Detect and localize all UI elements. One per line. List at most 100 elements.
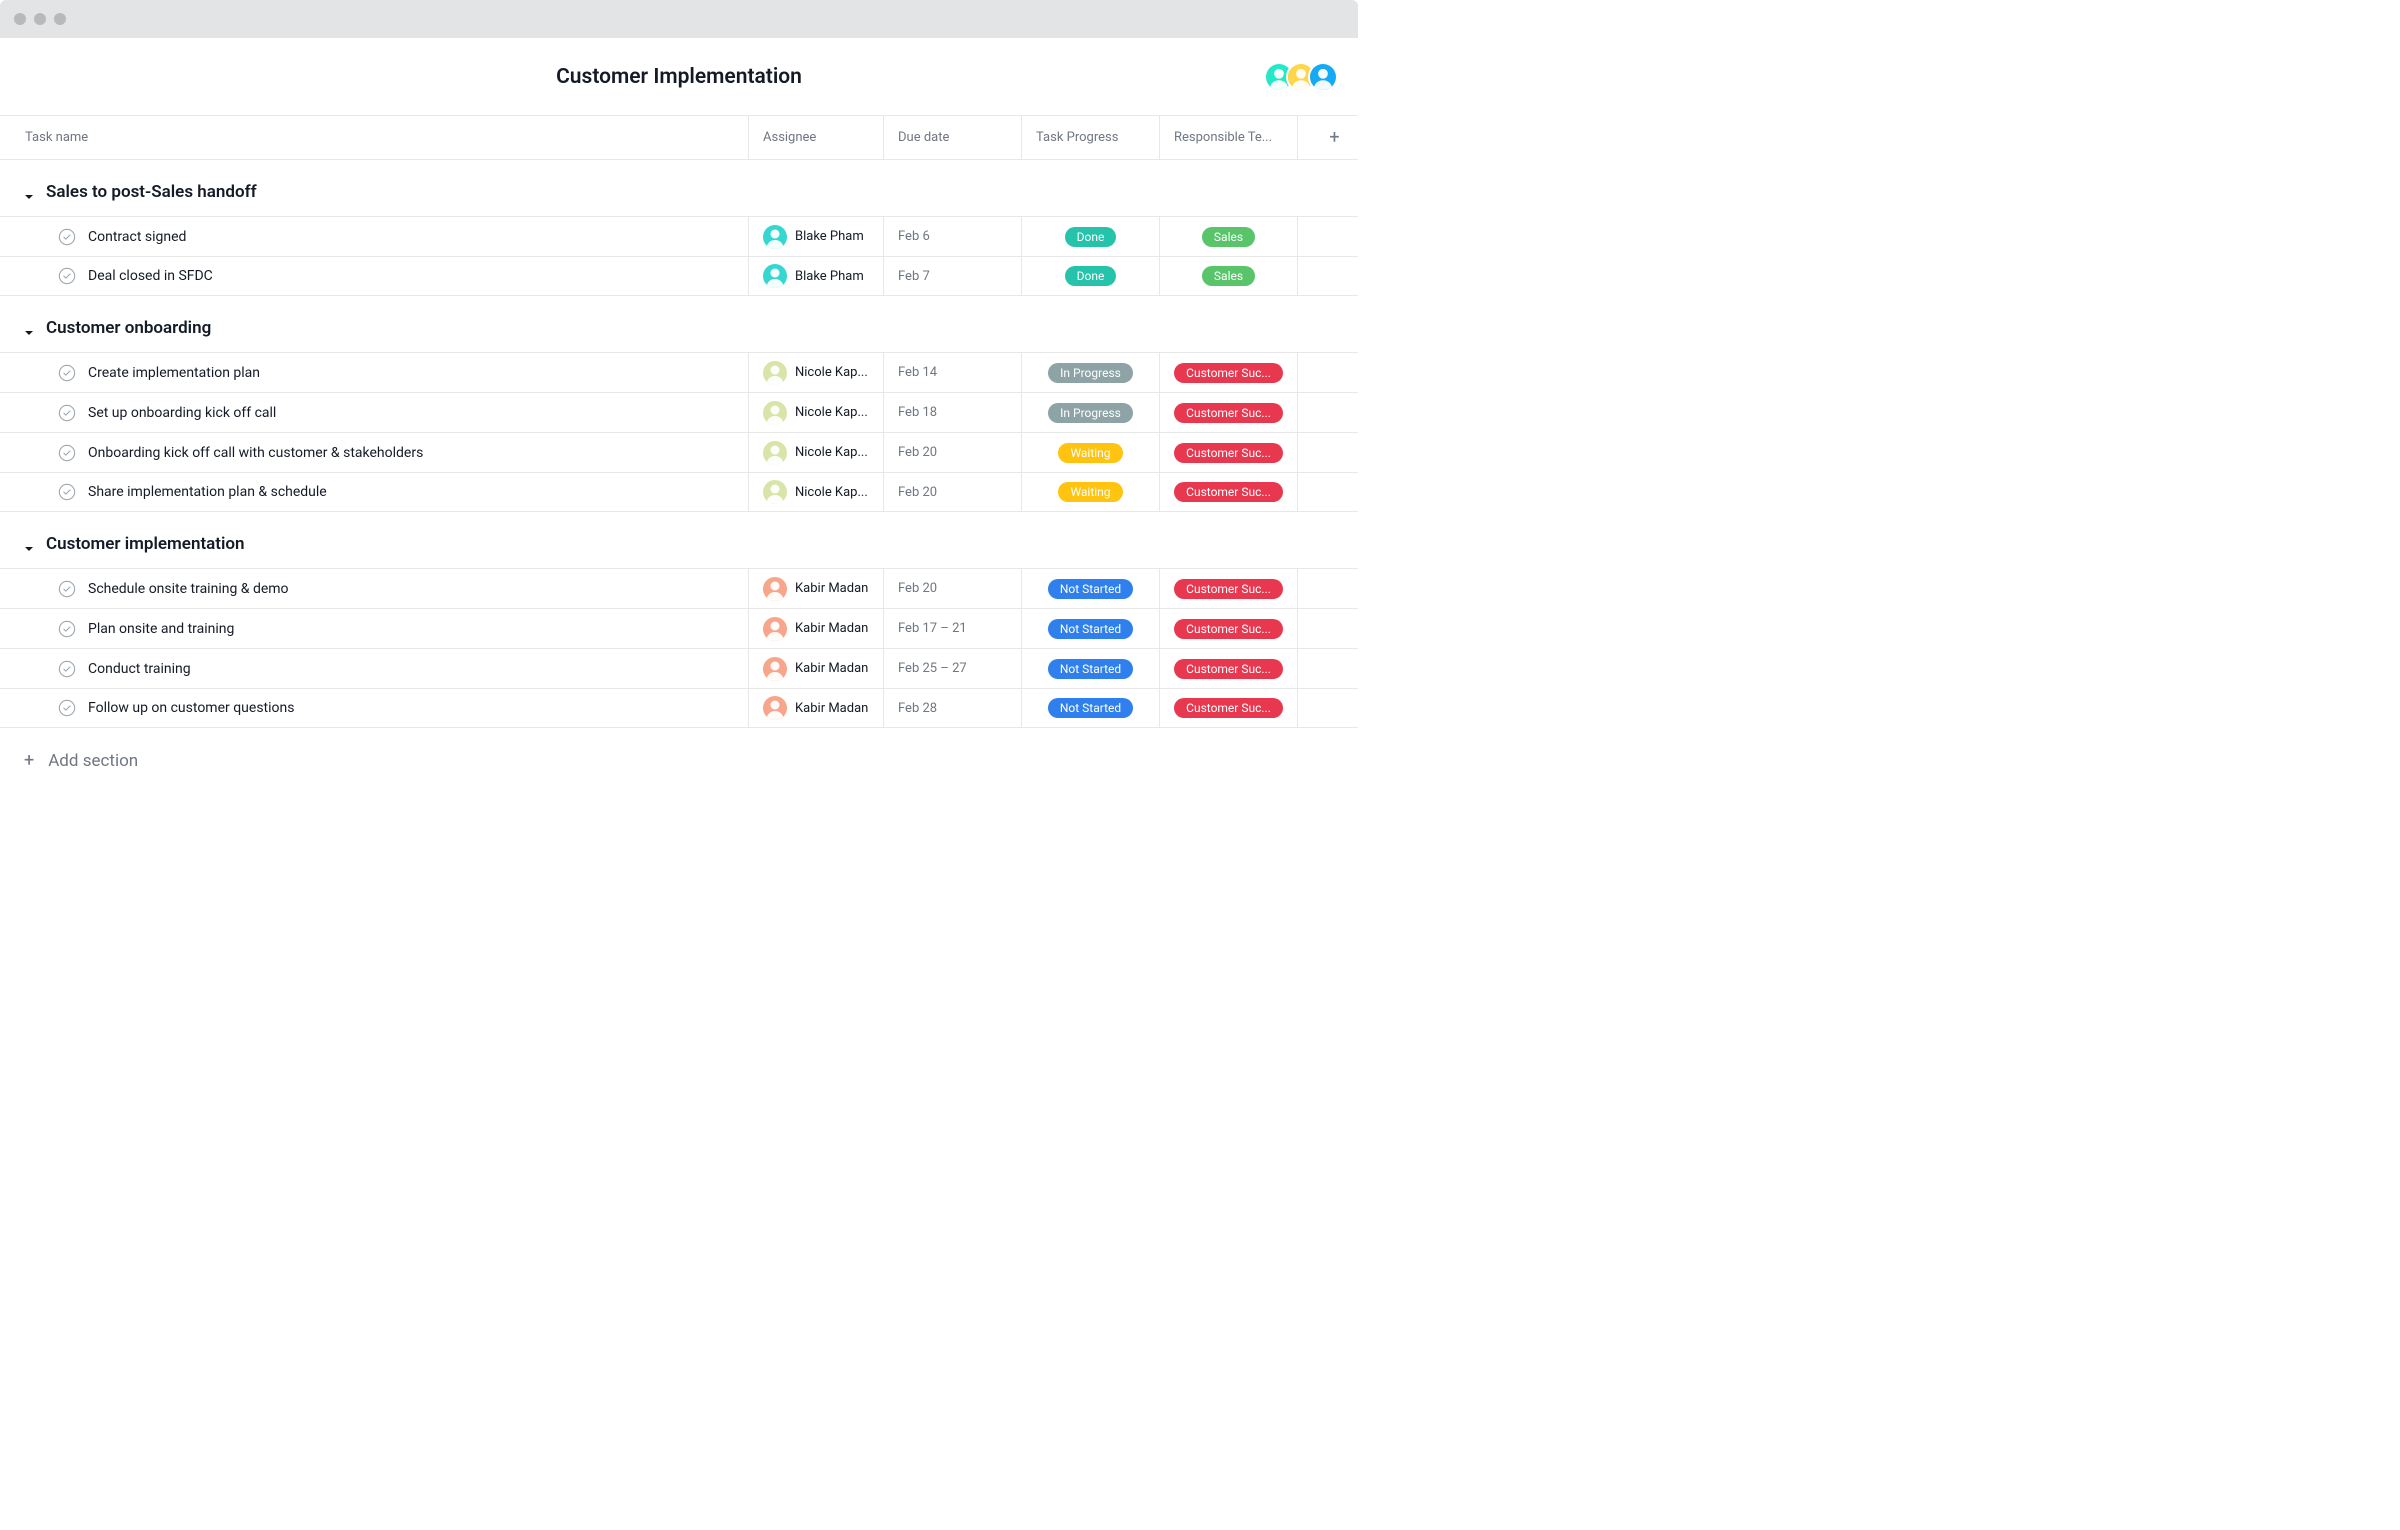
task-row[interactable]: Schedule onsite training & demoKabir Mad…: [0, 568, 1358, 608]
team-pill: Customer Suc...: [1174, 619, 1283, 639]
complete-task-icon[interactable]: [58, 444, 76, 462]
window-titlebar: [0, 0, 1358, 38]
add-column-button[interactable]: +: [1297, 116, 1357, 159]
task-progress-cell[interactable]: Not Started: [1021, 569, 1159, 608]
due-date-cell[interactable]: Feb 25 – 27: [883, 649, 1021, 688]
add-section-button[interactable]: + Add section: [0, 728, 1358, 793]
assignee-name: Nicole Kap...: [795, 405, 868, 420]
assignee-name: Nicole Kap...: [795, 445, 868, 460]
assignee-cell[interactable]: Nicole Kap...: [748, 473, 883, 511]
section-header[interactable]: Sales to post-Sales handoff: [0, 160, 1358, 216]
complete-task-icon[interactable]: [58, 699, 76, 717]
section-header[interactable]: Customer implementation: [0, 512, 1358, 568]
column-assignee[interactable]: Assignee: [748, 116, 883, 159]
section-header[interactable]: Customer onboarding: [0, 296, 1358, 352]
due-date-cell[interactable]: Feb 18: [883, 393, 1021, 432]
responsible-team-cell[interactable]: Customer Suc...: [1159, 433, 1297, 472]
task-name-cell[interactable]: Onboarding kick off call with customer &…: [0, 433, 748, 472]
responsible-team-cell[interactable]: Customer Suc...: [1159, 649, 1297, 688]
task-name-cell[interactable]: Create implementation plan: [0, 353, 748, 392]
task-progress-cell[interactable]: Not Started: [1021, 609, 1159, 648]
due-date-cell[interactable]: Feb 14: [883, 353, 1021, 392]
avatar: [763, 264, 787, 288]
responsible-team-cell[interactable]: Sales: [1159, 257, 1297, 295]
task-row[interactable]: Conduct trainingKabir MadanFeb 25 – 27No…: [0, 648, 1358, 688]
due-date-cell[interactable]: Feb 20: [883, 433, 1021, 472]
complete-task-icon[interactable]: [58, 228, 76, 246]
empty-cell: [1297, 217, 1357, 256]
complete-task-icon[interactable]: [58, 267, 76, 285]
task-row[interactable]: Deal closed in SFDCBlake PhamFeb 7DoneSa…: [0, 256, 1358, 296]
due-date-cell[interactable]: Feb 7: [883, 257, 1021, 295]
task-name-cell[interactable]: Contract signed: [0, 217, 748, 256]
complete-task-icon[interactable]: [58, 620, 76, 638]
complete-task-icon[interactable]: [58, 404, 76, 422]
task-progress-cell[interactable]: Done: [1021, 257, 1159, 295]
due-date-cell[interactable]: Feb 6: [883, 217, 1021, 256]
assignee-cell[interactable]: Kabir Madan: [748, 569, 883, 608]
due-date-cell[interactable]: Feb 20: [883, 569, 1021, 608]
assignee-cell[interactable]: Kabir Madan: [748, 689, 883, 727]
assignee-cell[interactable]: Blake Pham: [748, 257, 883, 295]
assignee-cell[interactable]: Blake Pham: [748, 217, 883, 256]
task-name-cell[interactable]: Deal closed in SFDC: [0, 257, 748, 295]
task-progress-cell[interactable]: In Progress: [1021, 353, 1159, 392]
task-row[interactable]: Set up onboarding kick off call Nicole Ka…: [0, 392, 1358, 432]
assignee-cell[interactable]: Nicole Kap...: [748, 393, 883, 432]
task-row[interactable]: Create implementation planNicole Kap...F…: [0, 352, 1358, 392]
complete-task-icon[interactable]: [58, 660, 76, 678]
responsible-team-cell[interactable]: Customer Suc...: [1159, 393, 1297, 432]
task-progress-cell[interactable]: Not Started: [1021, 689, 1159, 727]
column-due-date[interactable]: Due date: [883, 116, 1021, 159]
task-progress-cell[interactable]: In Progress: [1021, 393, 1159, 432]
responsible-team-cell[interactable]: Customer Suc...: [1159, 353, 1297, 392]
complete-task-icon[interactable]: [58, 483, 76, 501]
column-task-progress[interactable]: Task Progress: [1021, 116, 1159, 159]
plus-icon: +: [24, 750, 34, 771]
progress-pill: Waiting: [1058, 443, 1122, 463]
team-pill: Sales: [1202, 227, 1255, 247]
task-row[interactable]: Contract signedBlake PhamFeb 6Done Sales: [0, 216, 1358, 256]
due-date-cell[interactable]: Feb 17 – 21: [883, 609, 1021, 648]
complete-task-icon[interactable]: [58, 364, 76, 382]
task-name-cell[interactable]: Set up onboarding kick off call: [0, 393, 748, 432]
due-date-cell[interactable]: Feb 20: [883, 473, 1021, 511]
section: Customer onboardingCreate implementation…: [0, 296, 1358, 512]
task-name-cell[interactable]: Plan onsite and training: [0, 609, 748, 648]
task-progress-cell[interactable]: Done: [1021, 217, 1159, 256]
empty-cell: [1297, 353, 1357, 392]
assignee-cell[interactable]: Kabir Madan: [748, 649, 883, 688]
window-dot-zoom[interactable]: [54, 13, 66, 25]
window-dot-minimize[interactable]: [34, 13, 46, 25]
assignee-cell[interactable]: Nicole Kap...: [748, 433, 883, 472]
complete-task-icon[interactable]: [58, 580, 76, 598]
task-row[interactable]: Plan onsite and trainingKabir MadanFeb 1…: [0, 608, 1358, 648]
task-name-cell[interactable]: Share implementation plan & schedule: [0, 473, 748, 511]
responsible-team-cell[interactable]: Customer Suc...: [1159, 569, 1297, 608]
responsible-team-cell[interactable]: Customer Suc...: [1159, 473, 1297, 511]
column-task-name[interactable]: Task name: [0, 116, 748, 159]
progress-pill: Not Started: [1048, 619, 1133, 639]
responsible-team-cell[interactable]: Customer Suc...: [1159, 609, 1297, 648]
team-pill: Customer Suc...: [1174, 443, 1283, 463]
assignee-cell[interactable]: Nicole Kap...: [748, 353, 883, 392]
responsible-team-cell[interactable]: Sales: [1159, 217, 1297, 256]
task-row[interactable]: Onboarding kick off call with customer &…: [0, 432, 1358, 472]
task-row[interactable]: Share implementation plan & schedule Nico…: [0, 472, 1358, 512]
window-dot-close[interactable]: [14, 13, 26, 25]
task-name-cell[interactable]: Conduct training: [0, 649, 748, 688]
task-row[interactable]: Follow up on customer questions Kabir Mad…: [0, 688, 1358, 728]
column-responsible-team[interactable]: Responsible Te...: [1159, 116, 1297, 159]
assignee-name: Kabir Madan: [795, 701, 868, 716]
task-progress-cell[interactable]: Waiting: [1021, 473, 1159, 511]
task-progress-cell[interactable]: Not Started: [1021, 649, 1159, 688]
task-progress-cell[interactable]: Waiting: [1021, 433, 1159, 472]
task-name-cell[interactable]: Follow up on customer questions: [0, 689, 748, 727]
assignee-cell[interactable]: Kabir Madan: [748, 609, 883, 648]
avatar[interactable]: [1308, 62, 1338, 92]
task-name: Share implementation plan & schedule: [88, 484, 327, 500]
progress-pill: In Progress: [1048, 363, 1133, 383]
task-name-cell[interactable]: Schedule onsite training & demo: [0, 569, 748, 608]
due-date-cell[interactable]: Feb 28: [883, 689, 1021, 727]
responsible-team-cell[interactable]: Customer Suc...: [1159, 689, 1297, 727]
